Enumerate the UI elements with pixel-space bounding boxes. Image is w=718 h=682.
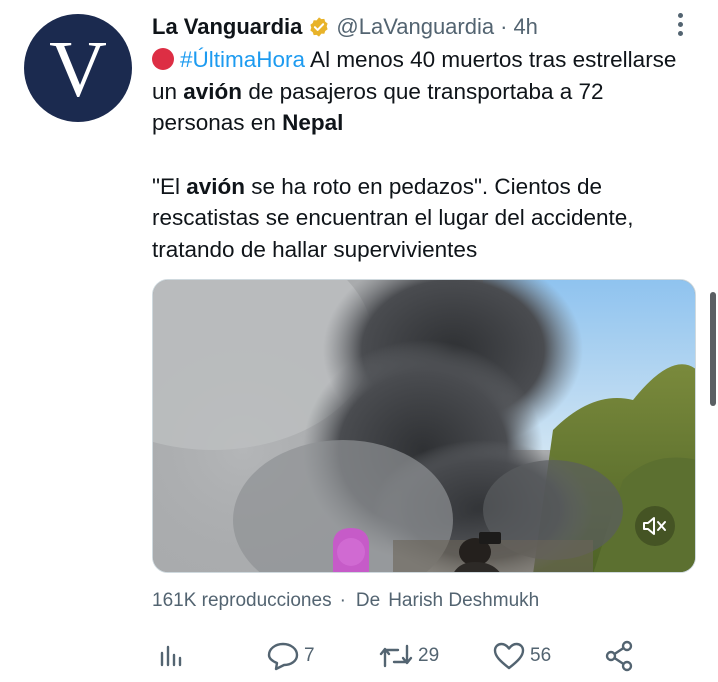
video-player[interactable] [152, 279, 696, 573]
reply-count: 7 [304, 645, 315, 666]
tweet-bold-keyword: avión [186, 173, 246, 199]
like-count: 56 [530, 645, 552, 666]
avatar-logo-letter: V [49, 26, 107, 114]
reply-icon [267, 642, 299, 671]
analytics-button[interactable] [158, 634, 184, 678]
tweet-header: La Vanguardia @LaVanguardia · 4h [152, 12, 538, 42]
like-button[interactable]: 56 [492, 634, 551, 678]
source-author-link[interactable]: Harish Deshmukh [388, 590, 539, 612]
retweet-icon [379, 644, 413, 668]
red-circle-emoji-icon [152, 48, 174, 70]
header-separator: · [500, 14, 508, 39]
action-bar: 7 29 56 [152, 634, 642, 678]
retweet-button[interactable]: 29 [378, 634, 439, 678]
source-label: De [355, 590, 381, 611]
avatar[interactable]: V [24, 14, 132, 122]
timestamp[interactable]: 4h [513, 14, 537, 40]
tweet-paragraph-1: #ÚltimaHora Al menos 40 muertos tras est… [152, 44, 692, 139]
scrollbar-thumb[interactable] [710, 292, 716, 406]
heart-icon [493, 642, 525, 670]
meta-separator: · [339, 590, 346, 611]
tweet-text: #ÚltimaHora Al menos 40 muertos tras est… [152, 44, 692, 265]
share-button[interactable] [604, 634, 634, 678]
video-frame [153, 280, 695, 572]
tweet-bold-keyword: Nepal [282, 110, 344, 135]
view-count: 161K reproducciones [152, 590, 332, 611]
more-options-icon[interactable] [668, 10, 692, 38]
tweet-meta: 161K reproducciones · De Harish Deshmukh [152, 590, 539, 612]
verified-badge-icon [308, 16, 330, 38]
retweet-count: 29 [418, 645, 440, 666]
tweet-paragraph-2: "El avión se ha roto en pedazos". Ciento… [152, 171, 692, 266]
reply-button[interactable]: 7 [266, 634, 315, 678]
user-handle[interactable]: @LaVanguardia [336, 14, 494, 40]
tweet-text-segment: "El [152, 173, 187, 199]
hashtag-link[interactable]: #ÚltimaHora [180, 47, 305, 72]
tweet-bold-keyword: avión [183, 78, 243, 104]
display-name[interactable]: La Vanguardia [152, 14, 302, 40]
share-icon [605, 640, 633, 672]
speaker-muted-icon[interactable] [635, 506, 675, 546]
analytics-icon [160, 645, 182, 667]
